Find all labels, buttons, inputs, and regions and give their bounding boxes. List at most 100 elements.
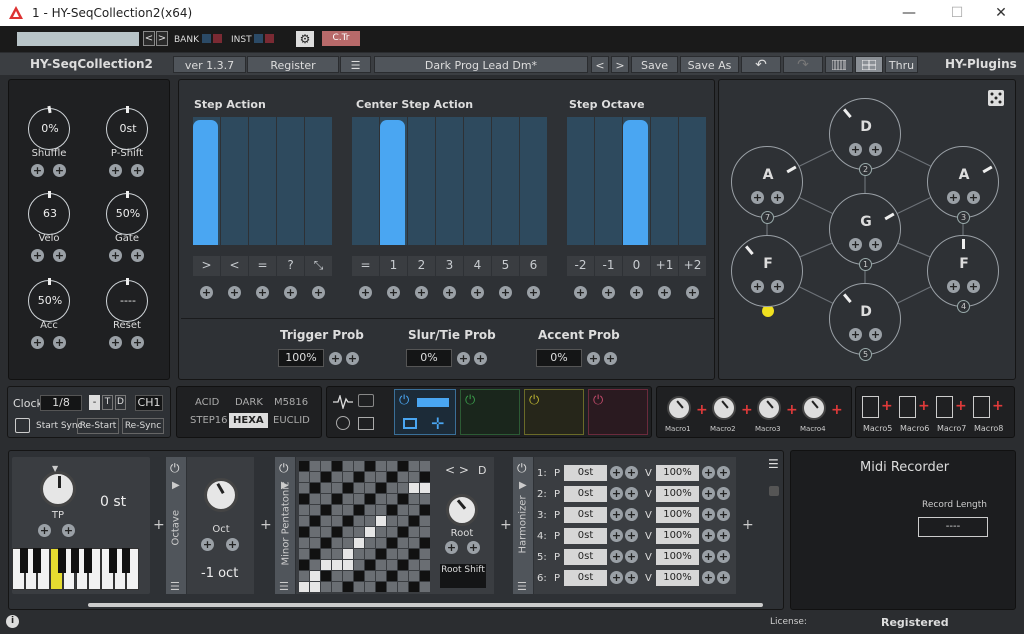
scale-cell[interactable] [420,472,430,482]
add-mod-icon[interactable]: + [474,352,487,365]
ctr-button[interactable]: C.Tr [322,31,360,46]
lfo-icon[interactable] [333,395,353,409]
scale-cell[interactable] [376,472,386,482]
scale-cell[interactable] [376,461,386,471]
save-as-button[interactable]: Save As [680,56,739,73]
step_octave-button[interactable]: +1 [651,256,678,276]
scale-cell[interactable] [310,516,320,526]
scale-cell[interactable] [409,560,419,570]
root-nav[interactable]: < > [445,463,469,477]
scale-cell[interactable] [310,527,320,537]
add-mod-icon[interactable]: + [717,529,730,542]
add-mod-icon[interactable]: + [702,550,715,563]
macro-knob-2[interactable] [712,396,736,420]
step_octave-column[interactable] [595,117,622,245]
scale-cell[interactable] [332,516,342,526]
add-mod-icon[interactable]: + [610,487,623,500]
scale-cell[interactable] [299,549,309,559]
scale-cell[interactable] [343,505,353,515]
power-icon[interactable]: ⏻ [593,393,603,408]
power-icon[interactable]: ⏻ [170,461,180,476]
scale-cell[interactable] [354,483,364,493]
bank-indicator-red[interactable] [213,34,222,43]
scale-cell[interactable] [332,549,342,559]
scale-cell[interactable] [387,505,397,515]
add-macro-icon[interactable]: + [741,402,753,418]
scale-cell[interactable] [365,527,375,537]
scale-cell[interactable] [398,582,408,592]
scale-cell[interactable] [409,582,419,592]
scale-cell[interactable] [321,516,331,526]
scale-cell[interactable] [398,483,408,493]
scale-cell[interactable] [420,527,430,537]
scale-cell[interactable] [376,549,386,559]
root-add-mod[interactable]: + [445,541,458,554]
preset-prev-button[interactable]: < [591,56,609,73]
slot-blue[interactable]: ⏻ ✛ [394,389,456,435]
preset-name[interactable]: Dark Prog Lead Dm* [374,56,588,73]
mode-step16[interactable]: STEP16 [190,415,228,426]
scale-cell[interactable] [398,571,408,581]
hex-node-f[interactable]: F + + [731,235,803,307]
add-mod-icon[interactable]: + [702,529,715,542]
octave-add-mod[interactable]: + [201,538,214,551]
scale-cell[interactable] [387,538,397,548]
power-icon[interactable]: ⏻ [517,461,527,476]
add-mod-icon[interactable]: + [625,466,638,479]
hex-node-a[interactable]: A + + [927,146,999,218]
inst-indicator-red[interactable] [265,34,274,43]
scale-cell[interactable] [398,527,408,537]
scale-cell[interactable] [376,560,386,570]
add-module-icon[interactable]: + [742,517,754,533]
knob-reset[interactable]: ---- [106,278,148,322]
save-button[interactable]: Save [631,56,678,73]
step_octave-add-mod[interactable]: + [686,286,699,299]
scale-cell[interactable] [310,582,320,592]
power-icon[interactable]: ⏻ [399,393,409,408]
scale-cell[interactable] [310,472,320,482]
prob-value-0[interactable]: 100% [278,349,324,367]
scale-cell[interactable] [321,560,331,570]
scale-cell[interactable] [387,582,397,592]
center_step_action-add-mod[interactable]: + [387,286,400,299]
center_step_action-add-mod[interactable]: + [527,286,540,299]
scale-cell[interactable] [343,527,353,537]
add-macro-icon[interactable]: + [881,398,893,414]
scale-cell[interactable] [332,527,342,537]
scale-cell[interactable] [420,516,430,526]
scale-cell[interactable] [387,549,397,559]
scale-cell[interactable] [365,549,375,559]
step_octave-button[interactable]: -2 [567,256,594,276]
scale-cell[interactable] [409,571,419,581]
scale-cell[interactable] [299,472,309,482]
center_step_action-add-mod[interactable]: + [471,286,484,299]
scale-cell[interactable] [409,516,419,526]
scale-cell[interactable] [398,494,408,504]
scale-cell[interactable] [409,494,419,504]
black-key[interactable] [83,548,92,573]
minimize-button[interactable]: — [886,0,932,26]
step_action-button[interactable]: < [221,256,248,276]
mode-acid[interactable]: ACID [195,397,219,408]
add-mod-icon[interactable]: + [53,164,66,177]
black-key[interactable] [20,548,28,573]
mode-hexa[interactable]: HEXA [229,413,268,428]
scale-cell[interactable] [398,472,408,482]
play-icon[interactable]: ▶ [519,480,527,491]
scale-cell[interactable] [310,505,320,515]
screen-icon[interactable] [403,418,417,429]
step_action-column[interactable] [277,117,304,245]
power-icon[interactable]: ⏻ [279,461,289,476]
knob-p-shift[interactable]: 0st [106,106,148,150]
scale-cell[interactable] [376,527,386,537]
scale-cell[interactable] [299,571,309,581]
black-key[interactable] [70,548,79,573]
hex-node-g[interactable]: G + + [829,193,901,265]
add-mod-icon[interactable]: + [610,529,623,542]
scale-cell[interactable] [420,560,430,570]
step_action-add-mod[interactable]: + [312,286,325,299]
center_step_action-button[interactable]: 1 [380,256,407,276]
scale-cell[interactable] [387,516,397,526]
hex-node-a[interactable]: A + + [731,146,803,218]
slot-green[interactable]: ⏻ [460,389,520,435]
